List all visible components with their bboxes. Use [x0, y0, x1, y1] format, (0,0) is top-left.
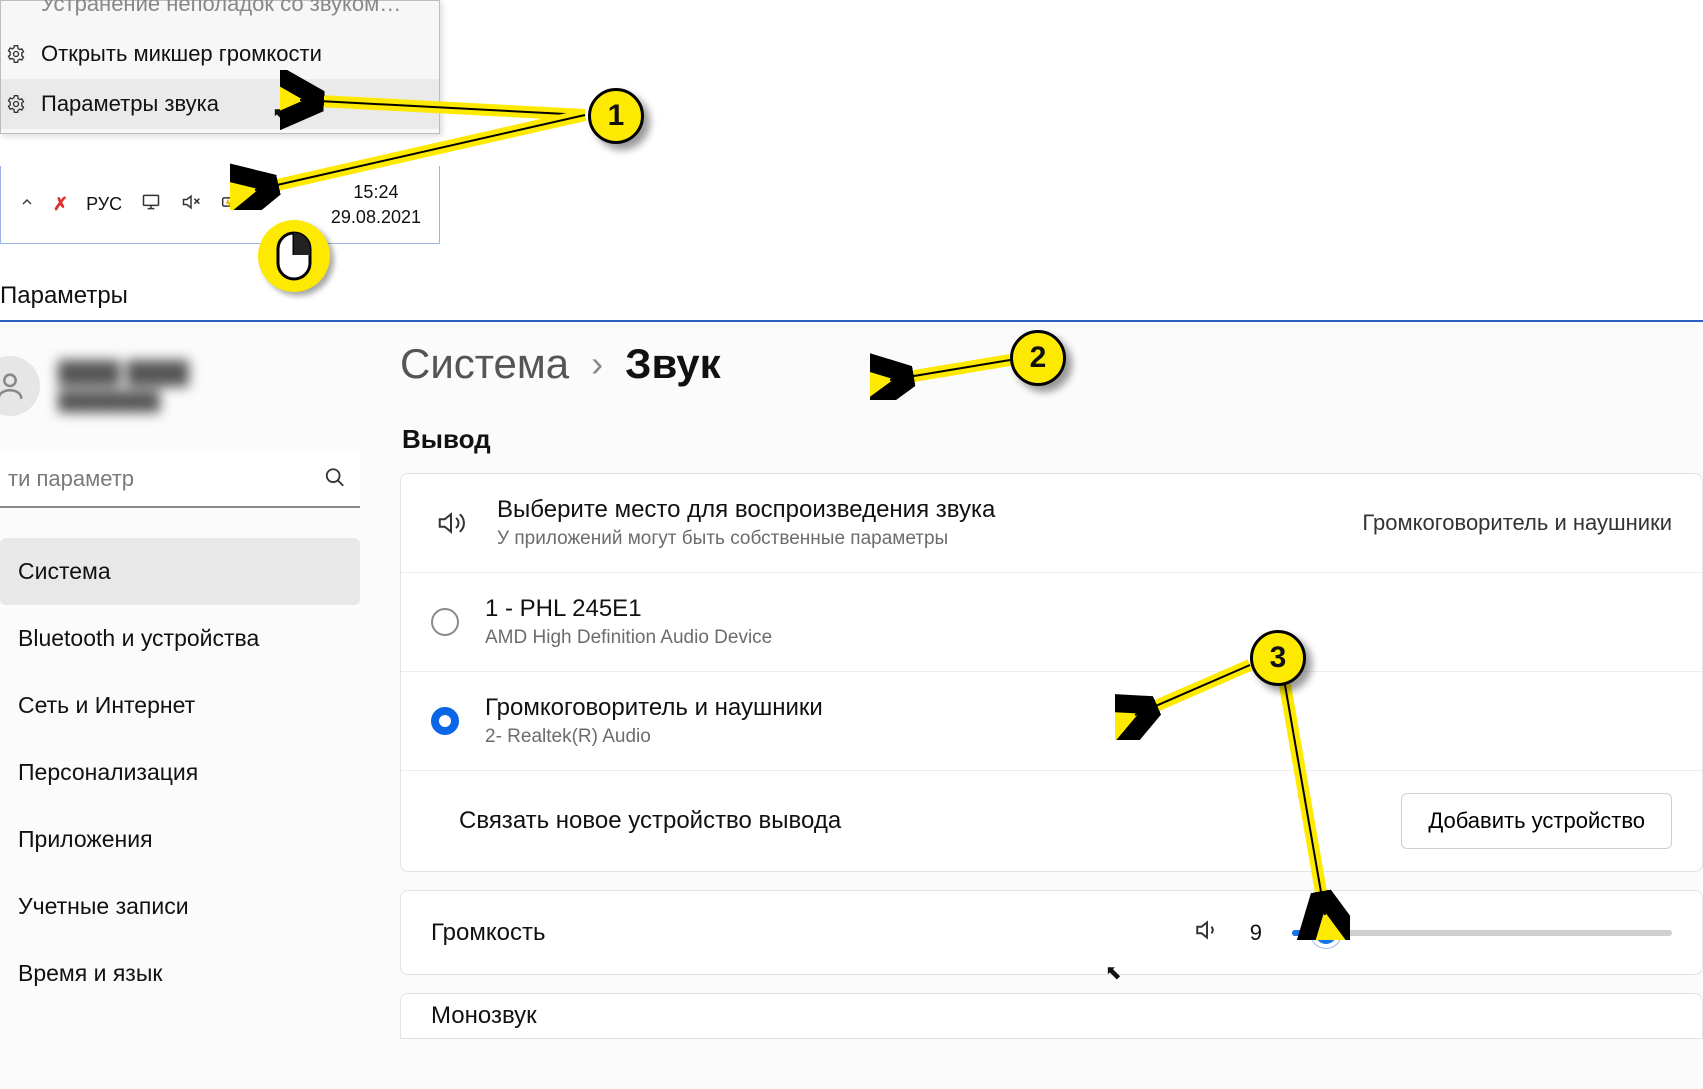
nav-item-personalization[interactable]: Персонализация — [0, 739, 360, 806]
annotation-mouse-rightclick-icon — [258, 220, 330, 292]
tray-clock[interactable]: 15:24 29.08.2021 — [331, 180, 421, 229]
choose-output-title: Выберите место для воспроизведения звука — [497, 496, 1336, 524]
wrench-icon — [5, 0, 27, 15]
network-icon[interactable] — [140, 192, 162, 217]
nav-item-bluetooth[interactable]: Bluetooth и устройства — [0, 605, 360, 672]
tray-time: 15:24 — [331, 180, 421, 204]
section-title-output: Вывод — [402, 424, 1703, 455]
breadcrumb-current: Звук — [625, 340, 720, 388]
device-sub: AMD High Definition Audio Device — [485, 627, 1672, 649]
menu-item-sound-settings[interactable]: Параметры звука — [1, 79, 439, 129]
menu-item-label: Устранение неполадок со звуком… — [41, 0, 401, 17]
pair-new-label: Связать новое устройство вывода — [459, 807, 1375, 835]
row-pair-new-output: Связать новое устройство вывода Добавить… — [401, 771, 1702, 871]
tray-overflow-chevron-icon[interactable] — [19, 194, 35, 215]
menu-item-label: Открыть микшер громкости — [41, 41, 322, 67]
volume-slider[interactable] — [1292, 930, 1672, 936]
current-output-device: Громкоговоритель и наушники — [1362, 510, 1672, 536]
choose-output-sub: У приложений могут быть собственные пара… — [497, 528, 1336, 550]
sound-tray-context-menu: Устранение неполадок со звуком… Открыть … — [0, 0, 440, 134]
annotation-badge-3: 3 — [1250, 630, 1306, 686]
nav-item-network[interactable]: Сеть и Интернет — [0, 672, 360, 739]
add-device-button[interactable]: Добавить устройство — [1401, 793, 1672, 849]
menu-item-label: Параметры звука — [41, 91, 219, 117]
menu-item-troubleshoot-sound[interactable]: Устранение неполадок со звуком… — [1, 0, 439, 29]
settings-window: ████ ████████████ Система Bluetooth и ус… — [0, 320, 1703, 1089]
device-name: Громкоговоритель и наушники — [485, 694, 1672, 722]
device-sub: 2- Realtek(R) Audio — [485, 726, 1672, 748]
nav-item-apps[interactable]: Приложения — [0, 806, 360, 873]
avatar — [0, 356, 40, 416]
gear-icon — [5, 43, 27, 65]
taskbar-tray: ✗ РУС 15:24 29.08.2021 — [0, 166, 440, 244]
row-volume: Громкость 9 — [400, 890, 1703, 975]
nav-item-system[interactable]: Система — [0, 538, 360, 605]
window-title: Параметры — [0, 282, 128, 310]
radio-unchecked[interactable] — [431, 608, 459, 636]
tray-date: 29.08.2021 — [331, 205, 421, 229]
breadcrumb-parent[interactable]: Система — [400, 340, 569, 388]
gear-icon — [5, 93, 27, 115]
device-name: 1 - PHL 245E1 — [485, 595, 1672, 623]
tray-language[interactable]: РУС — [86, 194, 122, 215]
radio-checked[interactable] — [431, 707, 459, 735]
annotation-badge-1: 1 — [588, 88, 644, 144]
row-choose-output[interactable]: Выберите место для воспроизведения звука… — [401, 474, 1702, 573]
nav-item-time-language[interactable]: Время и язык — [0, 940, 360, 1007]
output-card: Выберите место для воспроизведения звука… — [400, 473, 1703, 872]
output-device-2[interactable]: Громкоговоритель и наушники 2- Realtek(R… — [401, 672, 1702, 771]
menu-item-open-volume-mixer[interactable]: Открыть микшер громкости — [1, 29, 439, 79]
speaker-icon — [431, 508, 471, 538]
profile-block[interactable]: ████ ████████████ — [0, 356, 400, 442]
volume-muted-icon[interactable] — [180, 192, 202, 217]
tray-app-icon[interactable]: ✗ — [53, 194, 68, 215]
volume-value: 9 — [1250, 920, 1262, 946]
volume-low-icon[interactable] — [1194, 917, 1220, 948]
row-mono-audio[interactable]: Монозвук — [400, 993, 1703, 1039]
volume-label: Громкость — [431, 919, 545, 947]
search-icon — [324, 467, 346, 494]
profile-name-blurred: ████ ████████████ — [58, 358, 189, 414]
annotation-badge-2: 2 — [1010, 330, 1066, 386]
settings-main: Система › Звук Вывод Выберите место для … — [400, 322, 1703, 1089]
chevron-right-icon: › — [591, 343, 603, 385]
settings-nav: Система Bluetooth и устройства Сеть и Ин… — [0, 538, 400, 1007]
nav-item-accounts[interactable]: Учетные записи — [0, 873, 360, 940]
battery-charging-icon[interactable] — [220, 192, 242, 217]
settings-sidebar: ████ ████████████ Система Bluetooth и ус… — [0, 322, 400, 1089]
mono-label: Монозвук — [431, 1002, 537, 1030]
output-device-1[interactable]: 1 - PHL 245E1 AMD High Definition Audio … — [401, 573, 1702, 672]
search-input[interactable] — [0, 452, 360, 508]
search-wrap — [0, 452, 360, 508]
